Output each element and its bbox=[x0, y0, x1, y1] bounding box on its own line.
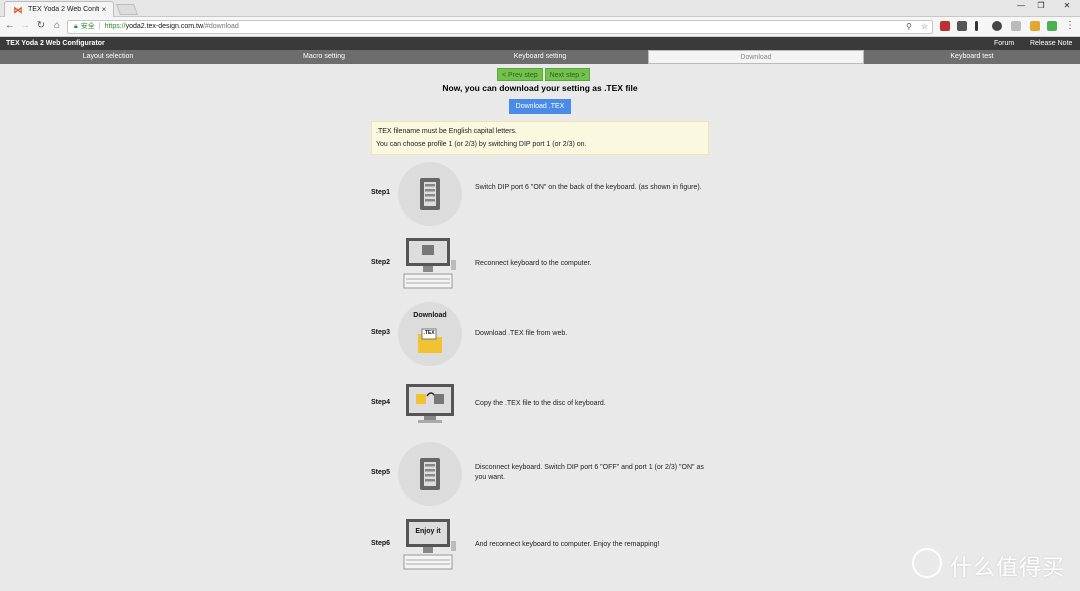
notice-line: .TEX filename must be English capital le… bbox=[376, 128, 517, 135]
step-navigation: < Prev step Next step > bbox=[497, 68, 591, 81]
computer-enjoy-illustration: Enjoy it bbox=[398, 513, 462, 577]
home-icon[interactable]: ⌂ bbox=[51, 20, 63, 32]
step-description: Reconnect keyboard to the computer. bbox=[475, 260, 592, 267]
new-tab-button[interactable] bbox=[115, 4, 139, 15]
step-label: Step6 bbox=[371, 540, 391, 547]
app-header: TEX Yoda 2 Web Configurator Forum Releas… bbox=[0, 37, 1080, 50]
download-folder-illustration: Download .TEX bbox=[398, 302, 462, 366]
step-description: Copy the .TEX file to the disc of keyboa… bbox=[475, 400, 606, 407]
step-description: Disconnect keyboard. Switch DIP port 6 "… bbox=[475, 464, 704, 481]
minimize-button[interactable]: — bbox=[1014, 1, 1028, 10]
browser-toolbar: ← → ↻ ⌂ 🔒︎ 安全 | https://yoda2.tex-design.co… bbox=[0, 17, 1080, 37]
main-nav: Layout selection Macro setting Keyboard … bbox=[0, 50, 1080, 64]
close-tab-icon[interactable]: × bbox=[99, 5, 109, 14]
browser-tabstrip: ⋈ TEX Yoda 2 Web Configu × — ❐ ✕ bbox=[0, 0, 1080, 17]
menu-icon[interactable]: ⋮ bbox=[1064, 20, 1076, 32]
step-6: Step6 Enjoy it And reconnect keyboard to… bbox=[371, 513, 731, 577]
step-3: Step3 Download .TEX Download .TEX file f… bbox=[371, 302, 731, 366]
tab-title: TEX Yoda 2 Web Configu bbox=[28, 6, 99, 13]
prev-step-button[interactable]: < Prev step bbox=[497, 68, 543, 81]
extension-link-icon[interactable] bbox=[992, 21, 1002, 31]
step-label: Step5 bbox=[371, 469, 391, 476]
close-window-button[interactable]: ✕ bbox=[1060, 1, 1074, 10]
step-label: Step2 bbox=[371, 259, 391, 266]
tab-keyboard-setting[interactable]: Keyboard setting bbox=[432, 50, 648, 64]
security-label: 安全 bbox=[80, 23, 95, 30]
step-art-title: Download bbox=[413, 312, 447, 319]
watermark-logo-icon bbox=[912, 548, 942, 578]
step-art-title: Enjoy it bbox=[415, 528, 441, 535]
forward-icon[interactable]: → bbox=[19, 20, 31, 32]
forum-link[interactable]: Forum bbox=[994, 37, 1014, 50]
step-label: Step3 bbox=[371, 329, 391, 336]
url-scheme: https:// bbox=[104, 23, 126, 30]
download-panel: < Prev step Next step > Now, you can dow… bbox=[0, 64, 1080, 591]
app-title: TEX Yoda 2 Web Configurator bbox=[6, 40, 105, 47]
extension-puzzle-icon[interactable] bbox=[1047, 21, 1057, 31]
step-art-file: .TEX bbox=[423, 330, 435, 336]
lock-icon: 🔒︎ bbox=[74, 23, 78, 30]
watermark: 什么值得买 bbox=[912, 548, 1072, 581]
step-5: Step5 Disconnect keyboard. Switch DIP po… bbox=[371, 442, 731, 506]
search-icon[interactable]: ⚲ bbox=[906, 21, 912, 33]
tab-macro-setting[interactable]: Macro setting bbox=[216, 50, 432, 64]
back-icon[interactable]: ← bbox=[4, 20, 16, 32]
watermark-text: 什么值得买 bbox=[950, 556, 1066, 581]
step-description: Switch DIP port 6 "ON" on the back of th… bbox=[475, 184, 702, 191]
tex-favicon-icon: ⋈ bbox=[13, 4, 23, 15]
copy-to-disc-illustration bbox=[398, 372, 462, 436]
tab-download[interactable]: Download bbox=[648, 50, 864, 64]
tab-keyboard-test[interactable]: Keyboard test bbox=[864, 50, 1080, 64]
reload-icon[interactable]: ↻ bbox=[35, 20, 47, 32]
bookmark-star-icon[interactable]: ☆ bbox=[921, 21, 928, 33]
page-title: Now, you can download your setting as .T… bbox=[442, 83, 638, 93]
url-path: /#download bbox=[203, 23, 239, 30]
dip-switch-illustration bbox=[398, 162, 462, 226]
step-label: Step1 bbox=[371, 189, 391, 196]
step-description: And reconnect keyboard to computer. Enjo… bbox=[475, 541, 660, 548]
extension-badge-icon[interactable] bbox=[1030, 21, 1040, 31]
step-label: Step4 bbox=[371, 399, 391, 406]
tab-layout-selection[interactable]: Layout selection bbox=[0, 50, 216, 64]
url-host: yoda2.tex-design.com.tw bbox=[125, 23, 204, 30]
notice-line: You can choose profile 1 (or 2/3) by swi… bbox=[376, 141, 587, 148]
next-step-button[interactable]: Next step > bbox=[544, 68, 591, 81]
extension-info-icon[interactable] bbox=[975, 21, 978, 31]
address-bar[interactable]: 🔒︎ 安全 | https://yoda2.tex-design.com.tw/#do… bbox=[67, 20, 933, 34]
maximize-button[interactable]: ❐ bbox=[1034, 1, 1048, 10]
extension-qr-icon[interactable] bbox=[957, 21, 967, 31]
computer-illustration bbox=[398, 232, 462, 296]
download-tex-button[interactable]: Download .TEX bbox=[509, 99, 571, 114]
extension-shield-icon[interactable] bbox=[940, 21, 950, 31]
notice-box: .TEX filename must be English capital le… bbox=[371, 121, 709, 155]
step-description: Download .TEX file from web. bbox=[475, 330, 568, 337]
step-2: Step2 Reconnect keyboard to the computer… bbox=[371, 232, 731, 296]
extension-cloud-icon[interactable] bbox=[1011, 21, 1021, 31]
browser-tab[interactable]: ⋈ TEX Yoda 2 Web Configu × bbox=[4, 1, 114, 17]
step-1: Step1 Switch DIP port 6 "ON" on the back… bbox=[371, 162, 731, 226]
dip-switch-illustration bbox=[398, 442, 462, 506]
release-note-link[interactable]: Release Note bbox=[1030, 37, 1072, 50]
step-4: Step4 Copy the .TEX file to the disc of … bbox=[371, 372, 731, 436]
